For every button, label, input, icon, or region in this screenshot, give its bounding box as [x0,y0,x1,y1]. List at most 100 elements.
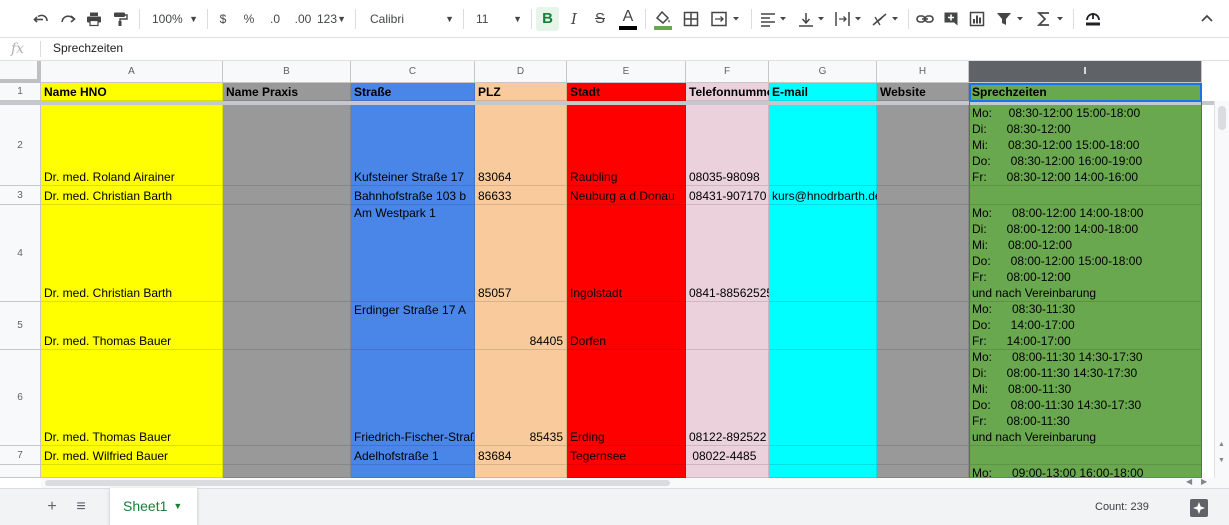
cell-b[interactable] [223,446,351,465]
cell-f[interactable]: 08122-892522 [686,350,769,446]
horizontal-scrollbar[interactable]: ◀ ▶ [41,477,1229,488]
chevron-down-icon[interactable]: ▼ [173,501,182,511]
row-header[interactable]: 5 [0,302,41,350]
redo-button[interactable] [57,7,79,31]
row-header[interactable]: 1 [0,83,41,101]
cell-c[interactable]: Erdinger Straße 17 A [351,302,475,350]
header-cell-h[interactable]: Website [877,83,969,101]
horizontal-align-button[interactable] [757,7,791,31]
column-header-c[interactable]: C [351,61,475,83]
font-family-select[interactable]: Calibri ▼ [362,7,458,31]
cell-e[interactable]: Erding [567,350,686,446]
fill-color-button[interactable] [651,7,675,31]
count-summary[interactable]: Count: 239 [1095,501,1149,513]
cell-d[interactable]: 85057 [475,205,567,302]
cell-a[interactable]: Dr. med. Christian Barth [41,186,223,205]
cell-h[interactable] [877,350,969,446]
scroll-up-arrow-icon[interactable]: ▲ [1218,441,1225,448]
cell-e[interactable]: Ingolstadt [567,205,686,302]
insert-link-button[interactable] [914,7,936,31]
select-all-corner[interactable] [0,61,41,83]
column-header-g[interactable]: G [769,61,877,83]
cell-c[interactable] [351,465,475,478]
header-cell-g[interactable]: E-mail [769,83,877,101]
cell-c[interactable]: Kufsteiner Straße 17 [351,105,475,186]
cell-i[interactable]: Mo: 08:30-11:30 Do: 14:00-17:00 Fr: 14:0… [969,302,1202,350]
column-header-b[interactable]: B [223,61,351,83]
cell-a[interactable]: Dr. med. Roland Airainer [41,105,223,186]
cell-g[interactable]: kurs@hnodrbarth.de [769,186,882,205]
cell-f[interactable]: 0841-88562525 , 0841-8856250 [686,205,861,302]
horizontal-scroll-thumb[interactable] [45,480,670,486]
cell-a[interactable]: Dr. med. Wilfried Bauer [41,446,223,465]
explore-button[interactable] [1189,498,1209,518]
cell-g[interactable] [769,205,877,302]
all-sheets-button[interactable]: ≡ [70,497,92,517]
cell-g[interactable] [769,465,877,478]
cell-b[interactable] [223,186,351,205]
scroll-left-arrow-icon[interactable]: ◀ [1186,477,1192,486]
header-cell-a[interactable]: Name HNO [41,83,223,101]
cell-b[interactable] [223,350,351,446]
cell-i[interactable]: Mo: 08:00-11:30 14:30-17:30 Di: 08:00-11… [969,350,1202,446]
header-cell-d[interactable]: PLZ [475,83,567,101]
formula-input[interactable]: Sprechzeiten [53,41,123,55]
cell-c[interactable]: Am Westpark 1 [351,205,475,302]
font-size-select[interactable]: 11 ▼ [468,7,526,31]
input-tools-button[interactable] [1081,7,1105,31]
frozen-row-divider[interactable] [0,101,1214,105]
column-header-d[interactable]: D [475,61,567,83]
zoom-select[interactable]: 100% ▼ [144,7,202,31]
cell-d[interactable]: 83684 [475,446,567,465]
cell-f[interactable] [686,302,769,350]
cell-c[interactable]: Adelhofstraße 1 [351,446,475,465]
cell-h[interactable] [877,465,969,478]
vertical-scrollbar[interactable]: ▲ ▼ [1214,101,1229,478]
cell-a[interactable]: Dr. med. Christian Barth [41,205,223,302]
cell-i[interactable] [969,446,1202,465]
cell-h[interactable] [877,446,969,465]
cell-h[interactable] [877,186,969,205]
column-header-h[interactable]: H [877,61,969,83]
cell-f[interactable]: 08035-98098 [686,105,769,186]
italic-button[interactable]: I [563,7,585,31]
cell-h[interactable] [877,205,969,302]
vertical-scroll-thumb[interactable] [1218,106,1226,130]
cell-e[interactable]: Tegernsee [567,446,686,465]
more-formats-select[interactable]: 123 ▼ [314,7,350,31]
cell-i[interactable]: Mo: 09:00-13:00 16:00-18:00 [969,465,1202,478]
cell-c[interactable]: Bahnhofstraße 103 b [351,186,475,205]
cell-d[interactable]: 83064 [475,105,567,186]
scroll-right-arrow-icon[interactable]: ▶ [1201,477,1207,486]
add-sheet-button[interactable]: + [41,497,63,517]
cell-e[interactable] [567,465,686,478]
cell-e[interactable]: Dorfen [567,302,686,350]
row-header[interactable]: 2 [0,105,41,186]
cell-a[interactable]: Dr. med. Thomas Bauer [41,302,223,350]
cell-h[interactable] [877,302,969,350]
cell-i[interactable]: Mo: 08:00-12:00 14:00-18:00 Di: 08:00-12… [969,205,1202,302]
cell-a[interactable] [41,465,223,478]
header-cell-e[interactable]: Stadt [567,83,686,101]
header-cell-b[interactable]: Name Praxis [223,83,351,101]
cell-g[interactable] [769,350,877,446]
row-header[interactable]: 6 [0,350,41,446]
column-header-a[interactable]: A [41,61,223,83]
text-rotation-button[interactable] [869,7,903,31]
merge-cells-button[interactable] [707,7,745,31]
cell-d[interactable]: 85435 [475,350,567,446]
cell-d[interactable]: 86633 [475,186,567,205]
cell-g[interactable] [769,302,877,350]
column-header-i[interactable]: I [969,61,1202,83]
filter-button[interactable] [992,7,1030,31]
column-header-f[interactable]: F [686,61,769,83]
collapse-toolbar-button[interactable] [1196,7,1218,31]
cell-g[interactable] [769,446,877,465]
percent-format-button[interactable]: % [239,7,259,31]
cell-i[interactable]: Mo: 08:30-12:00 15:00-18:00 Di: 08:30-12… [969,105,1202,186]
row-header[interactable]: 4 [0,205,41,302]
sheet-tab-sheet1[interactable]: Sheet1 ▼ [110,488,197,525]
text-wrapping-button[interactable] [832,7,866,31]
cell-i[interactable] [969,186,1202,205]
functions-button[interactable] [1034,7,1068,31]
